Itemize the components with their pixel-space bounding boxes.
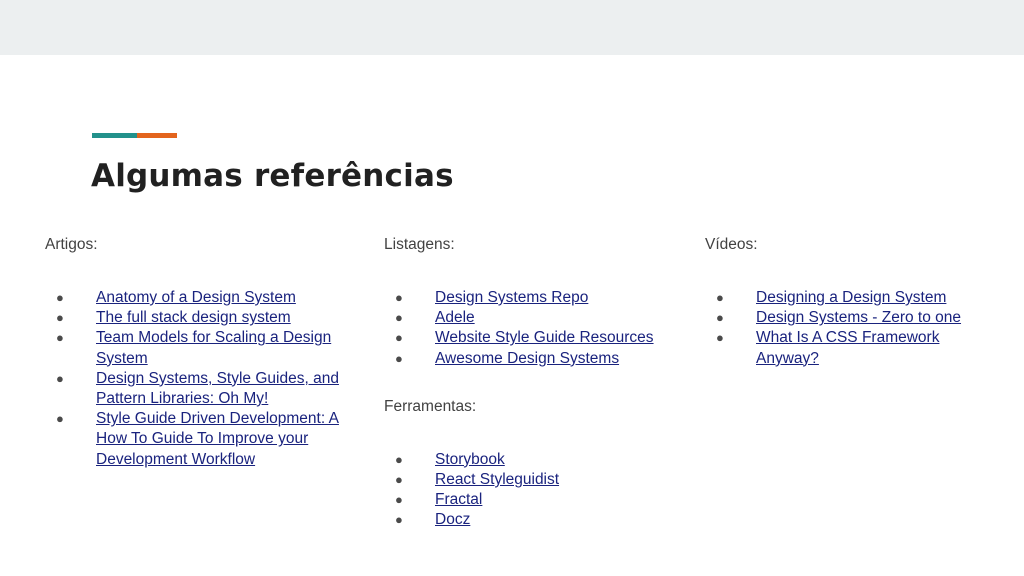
bullet-icon: ● (395, 290, 403, 305)
tool-link[interactable]: Fractal (435, 491, 482, 508)
listagens-heading: Listagens: (384, 236, 455, 253)
listing-link[interactable]: Website Style Guide Resources (435, 329, 654, 346)
list-item: ● Docz (384, 510, 704, 530)
list-item: ● Designing a Design System (705, 288, 976, 308)
top-bar (0, 0, 1024, 55)
videos-column: Vídeos: ● Designing a Design System ● Desi… (705, 235, 1024, 369)
bullet-icon: ● (716, 330, 724, 346)
article-link[interactable]: Design Systems, Style Guides, and Patter… (96, 370, 339, 407)
list-item: ● Team Models for Scaling a Design System (45, 328, 351, 368)
ferramentas-list: ● Storybook ● React Styleguidist ● Fractal … (384, 450, 704, 531)
list-item: ● Fractal (384, 490, 704, 510)
bullet-icon: ● (395, 492, 403, 508)
list-item: ● Website Style Guide Resources (384, 328, 704, 348)
bullet-icon: ● (395, 512, 403, 528)
list-item: ● Style Guide Driven Development: A How T… (45, 409, 351, 470)
list-item: ● What Is A CSS Framework Anyway? (705, 328, 976, 368)
artigos-heading: Artigos: (45, 236, 98, 253)
accent-bar-orange (137, 133, 177, 138)
list-item: ● Design Systems - Zero to one (705, 308, 976, 328)
article-link[interactable]: Team Models for Scaling a Design System (96, 329, 331, 366)
ferramentas-heading: Ferramentas: (384, 397, 477, 415)
listagens-list: ● Design Systems Repo ● Adele ● Website Sty… (384, 288, 704, 369)
listing-link[interactable]: Adele (435, 309, 475, 326)
video-link[interactable]: What Is A CSS Framework Anyway? (756, 329, 939, 366)
video-link[interactable]: Designing a Design System (756, 289, 946, 306)
list-item: ● Design Systems, Style Guides, and Patte… (45, 369, 351, 409)
list-item: ● Design Systems Repo (384, 288, 704, 308)
bullet-icon: ● (56, 370, 64, 386)
article-link[interactable]: The full stack design system (96, 309, 291, 326)
accent-bar-teal (92, 133, 137, 138)
list-item: ● The full stack design system (45, 308, 351, 328)
bullet-icon: ● (716, 310, 724, 326)
article-link[interactable]: Style Guide Driven Development: A How To… (96, 410, 339, 467)
slide-title: Algumas referências (91, 158, 454, 194)
bullet-icon: ● (56, 411, 64, 427)
bullet-icon: ● (395, 310, 403, 326)
bullet-icon: ● (395, 451, 403, 467)
bullet-icon: ● (56, 330, 64, 346)
bullet-icon: ● (716, 290, 724, 305)
bullet-icon: ● (395, 330, 403, 346)
listing-link[interactable]: Design Systems Repo (435, 289, 588, 306)
list-item: ● Adele (384, 308, 704, 328)
listing-link[interactable]: Awesome Design Systems (435, 350, 619, 367)
videos-list: ● Designing a Design System ● Design Syste… (705, 288, 1024, 369)
bullet-icon: ● (56, 310, 64, 326)
list-item: ● Storybook (384, 450, 704, 470)
bullet-icon: ● (56, 290, 64, 305)
tool-link[interactable]: Docz (435, 511, 470, 528)
artigos-list: ● Anatomy of a Design System ● The full st… (45, 288, 365, 470)
article-link[interactable]: Anatomy of a Design System (96, 289, 296, 306)
bullet-icon: ● (395, 472, 403, 488)
videos-heading: Vídeos: (705, 236, 758, 253)
video-link[interactable]: Design Systems - Zero to one (756, 309, 961, 326)
list-item: ● Awesome Design Systems (384, 349, 704, 369)
list-item: ● Anatomy of a Design System (45, 288, 351, 308)
artigos-column: Artigos: ● Anatomy of a Design System ● Th… (45, 235, 365, 470)
tool-link[interactable]: React Styleguidist (435, 471, 559, 488)
bullet-icon: ● (395, 350, 403, 366)
list-item: ● React Styleguidist (384, 470, 704, 490)
listagens-column: Listagens: ● Design Systems Repo ● Adele ●… (384, 235, 704, 531)
tool-link[interactable]: Storybook (435, 451, 505, 468)
ferramentas-section: Ferramentas: ● Storybook ● React Styleguid… (384, 397, 704, 531)
